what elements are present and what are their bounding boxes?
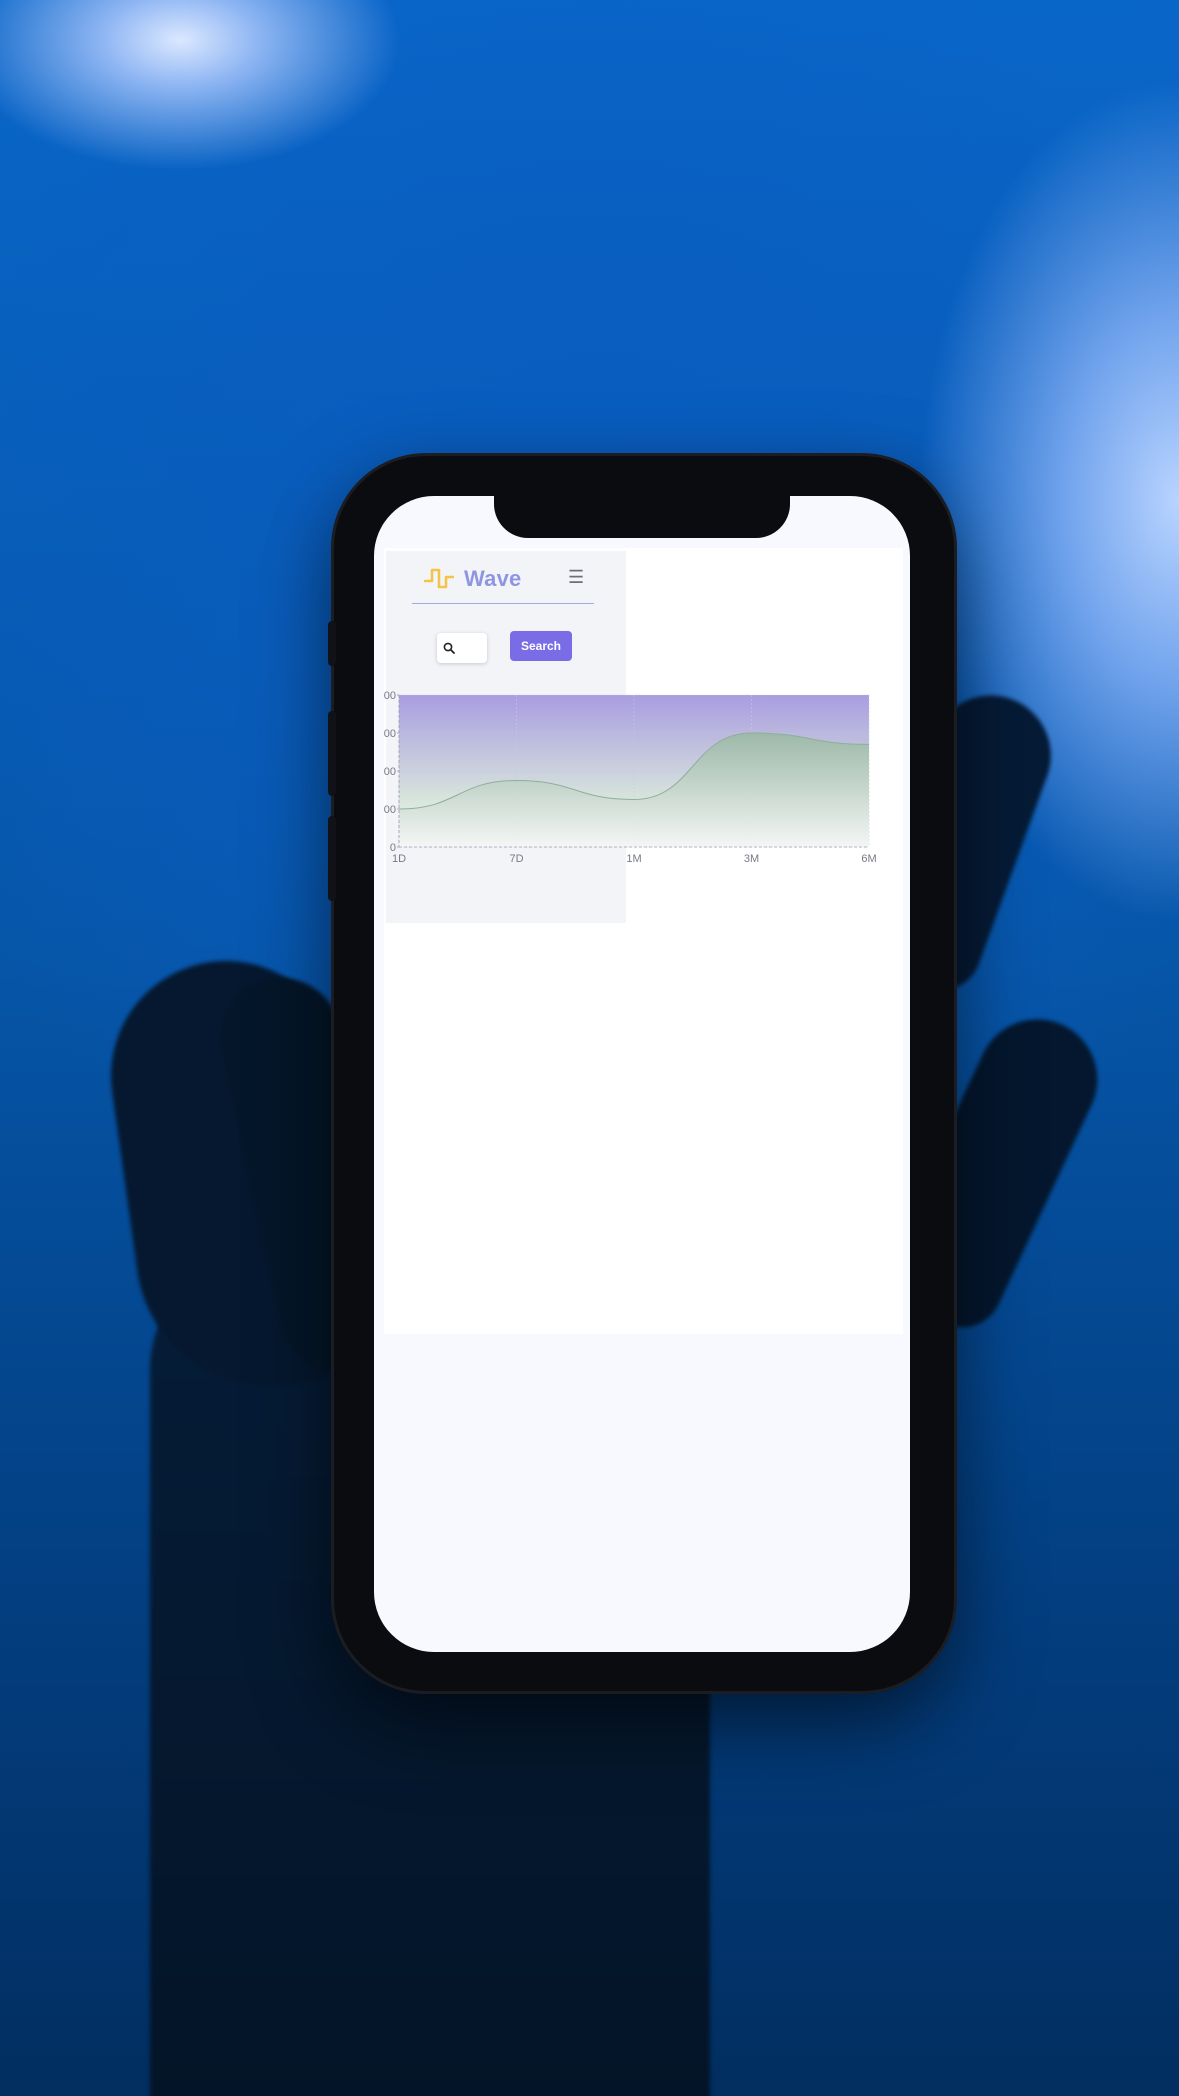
search-box[interactable] [437, 633, 487, 663]
search-icon [443, 642, 455, 654]
hamburger-menu-icon[interactable]: ☰ [568, 568, 584, 586]
phone-volume-up-button [328, 711, 336, 796]
chart-y-tick-label: 00 [384, 691, 396, 702]
pulse-wave-icon [424, 568, 454, 589]
chart-x-tick-label: 3M [744, 853, 759, 865]
chart-x-tick-label: 6M [861, 853, 876, 865]
chart-x-tick-label: 1M [626, 853, 641, 865]
chart-x-tick-label: 7D [509, 853, 523, 865]
phone-volume-down-button [328, 816, 336, 901]
phone-notch [494, 496, 790, 538]
search-button[interactable]: Search [510, 631, 572, 661]
brand-logo[interactable]: Wave [424, 566, 521, 592]
area-chart-svg: 0000000001D 7D 1M 3M 6M [384, 691, 877, 865]
phone-device: Wave ☰ Search 0 00 00 00 00 1D 7D 1M 3M 6M [328, 456, 954, 1691]
search-input[interactable] [459, 643, 485, 653]
chart-y-tick-label: 00 [384, 804, 396, 816]
phone-screen: Wave ☰ Search 0 00 00 00 00 1D 7D 1M 3M 6M [374, 496, 910, 1652]
phone-mute-switch [328, 621, 336, 666]
chart-y-tick-label: 00 [384, 728, 396, 740]
photo-background: Wave ☰ Search 0 00 00 00 00 1D 7D 1M 3M 6M [0, 0, 1179, 2096]
chart-y-tick-label: 00 [384, 766, 396, 778]
chart-x-tick-label: 1D [392, 853, 406, 865]
brand-name: Wave [464, 566, 522, 591]
area-chart: 0 00 00 00 00 1D 7D 1M 3M 6M [384, 691, 904, 871]
nav-divider [412, 603, 594, 604]
